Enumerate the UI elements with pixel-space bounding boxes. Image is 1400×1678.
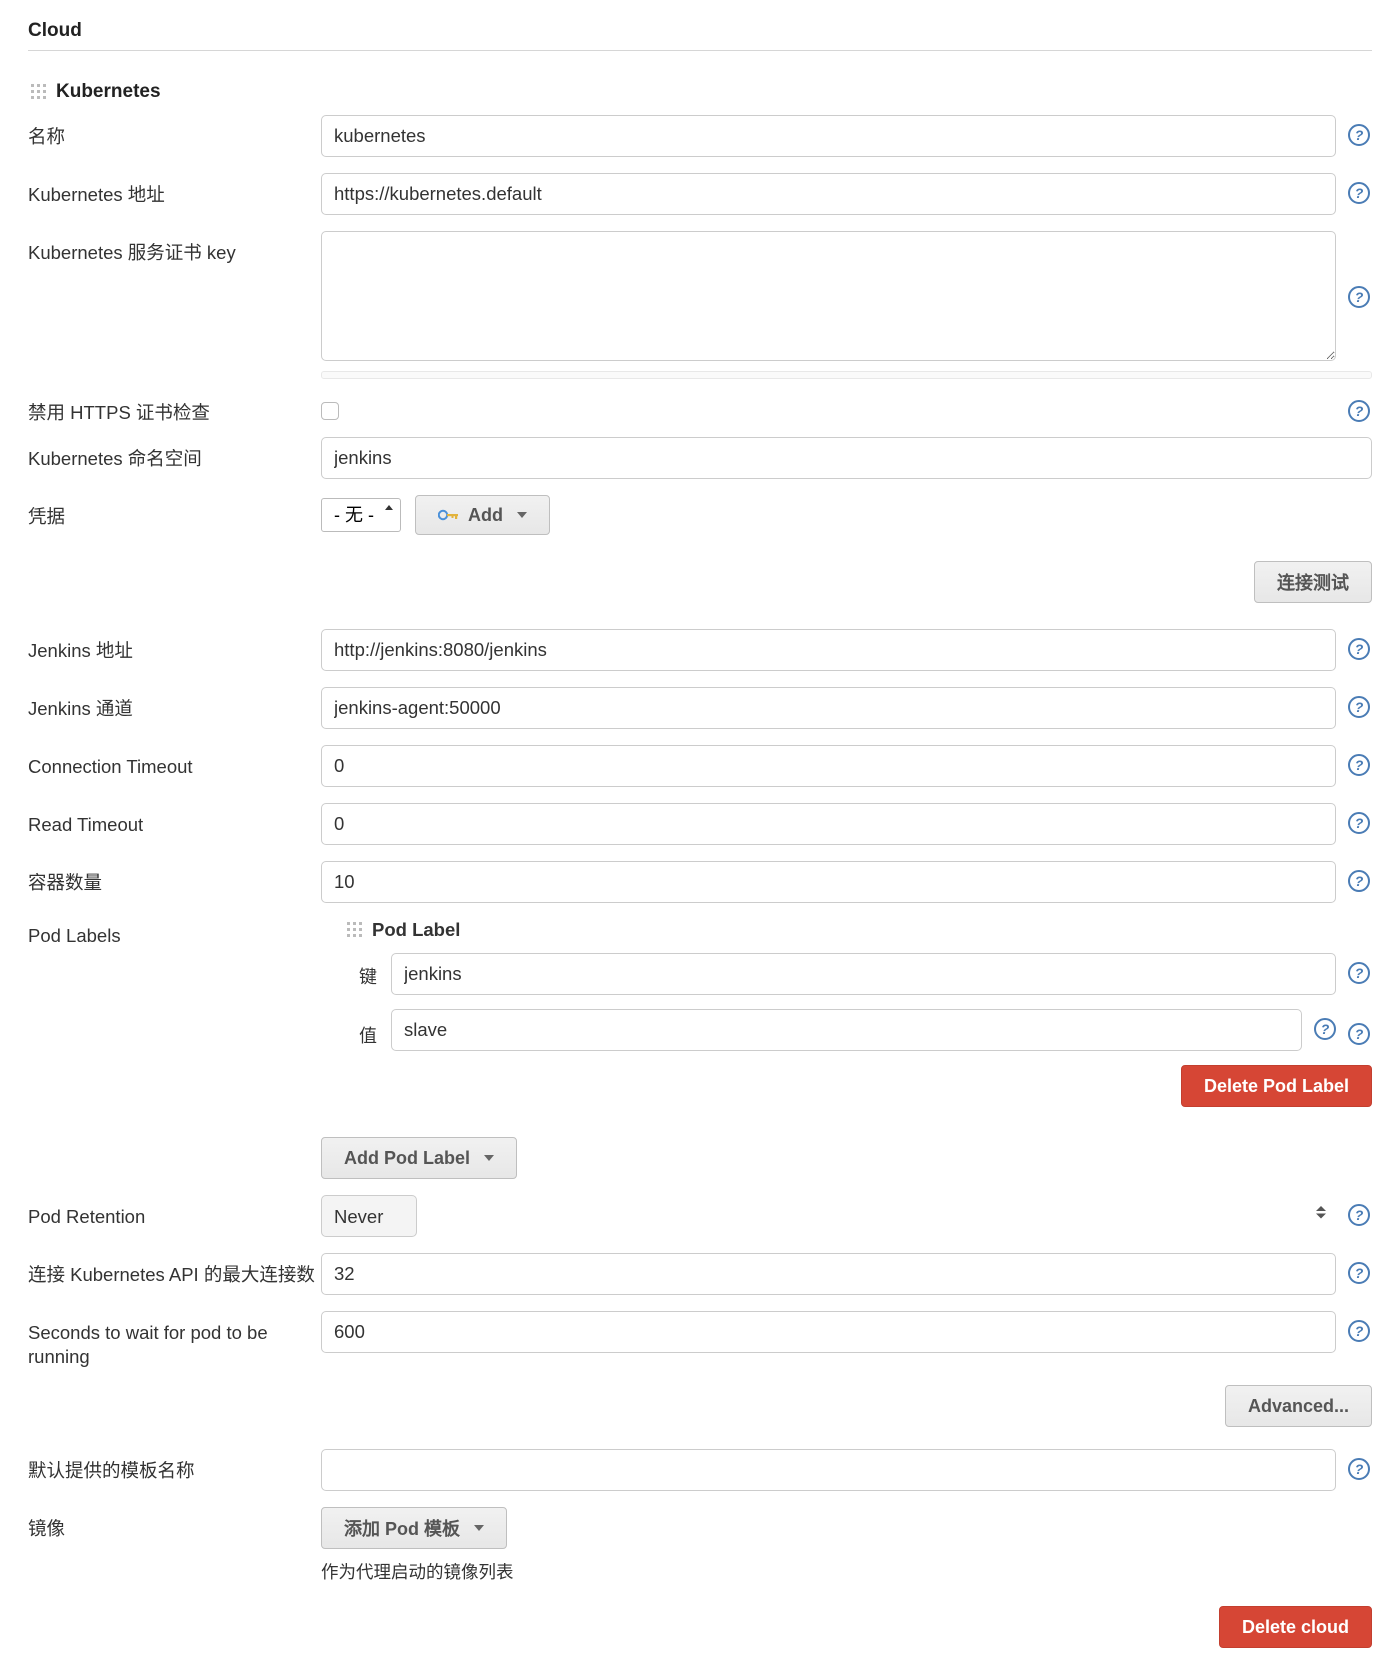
test-connection-button[interactable]: 连接测试 — [1254, 561, 1372, 603]
svg-text:?: ? — [1321, 1021, 1330, 1037]
server-cert-key-label: Kubernetes 服务证书 key — [28, 231, 321, 265]
images-description: 作为代理启动的镜像列表 — [321, 1559, 514, 1584]
svg-text:?: ? — [1355, 185, 1364, 201]
add-pod-label-button[interactable]: Add Pod Label — [321, 1137, 517, 1179]
pod-labels-label: Pod Labels — [28, 919, 321, 948]
delete-pod-label-button[interactable]: Delete Pod Label — [1181, 1065, 1372, 1107]
k8s-url-input[interactable] — [321, 173, 1336, 215]
help-icon[interactable]: ? — [1314, 1018, 1338, 1042]
advanced-label: Advanced... — [1248, 1396, 1349, 1417]
jenkins-url-input[interactable] — [321, 629, 1336, 671]
max-connections-input[interactable] — [321, 1253, 1336, 1295]
help-icon[interactable]: ? — [1348, 754, 1372, 778]
help-icon[interactable]: ? — [1348, 1320, 1372, 1344]
seconds-wait-input[interactable] — [321, 1311, 1336, 1353]
add-credentials-button[interactable]: Add — [415, 495, 550, 535]
grip-icon — [346, 921, 364, 939]
k8s-url-label: Kubernetes 地址 — [28, 173, 321, 207]
delete-pod-label-text: Delete Pod Label — [1204, 1076, 1349, 1097]
svg-text:?: ? — [1355, 757, 1364, 773]
kubernetes-subheader: Kubernetes — [30, 81, 1372, 103]
pod-retention-select[interactable]: Never — [321, 1195, 417, 1237]
help-icon[interactable]: ? — [1348, 1458, 1372, 1482]
conn-timeout-label: Connection Timeout — [28, 745, 321, 779]
pod-label-header: Pod Label — [372, 919, 460, 941]
name-label: 名称 — [28, 115, 321, 149]
svg-text:?: ? — [1355, 1026, 1364, 1042]
svg-text:?: ? — [1355, 873, 1364, 889]
svg-text:?: ? — [1355, 1323, 1364, 1339]
help-icon[interactable]: ? — [1348, 1023, 1372, 1047]
default-template-input[interactable] — [321, 1449, 1336, 1491]
jenkins-url-label: Jenkins 地址 — [28, 629, 321, 663]
svg-text:?: ? — [1355, 1461, 1364, 1477]
images-label: 镜像 — [28, 1507, 321, 1541]
help-icon[interactable]: ? — [1348, 1262, 1372, 1286]
grip-icon — [30, 83, 48, 101]
disable-https-check-label: 禁用 HTTPS 证书检查 — [28, 391, 321, 425]
svg-text:?: ? — [1355, 289, 1364, 305]
help-icon[interactable]: ? — [1348, 124, 1372, 148]
add-label: Add — [468, 505, 503, 526]
seconds-wait-label: Seconds to wait for pod to be running — [28, 1311, 321, 1369]
svg-text:?: ? — [1355, 1265, 1364, 1281]
namespace-input[interactable] — [321, 437, 1372, 479]
conn-timeout-input[interactable] — [321, 745, 1336, 787]
help-icon[interactable]: ? — [1348, 696, 1372, 720]
container-cap-label: 容器数量 — [28, 861, 321, 895]
help-icon[interactable]: ? — [1348, 870, 1372, 894]
pod-label-key-input[interactable] — [391, 953, 1336, 995]
help-icon[interactable]: ? — [1348, 962, 1372, 986]
jenkins-tunnel-label: Jenkins 通道 — [28, 687, 321, 721]
advanced-button[interactable]: Advanced... — [1225, 1385, 1372, 1427]
section-title: Cloud — [28, 20, 1372, 51]
caret-down-icon — [474, 1525, 484, 1531]
svg-text:?: ? — [1355, 815, 1364, 831]
svg-text:?: ? — [1355, 699, 1364, 715]
caret-down-icon — [484, 1155, 494, 1161]
delete-cloud-label: Delete cloud — [1242, 1617, 1349, 1638]
namespace-label: Kubernetes 命名空间 — [28, 437, 321, 471]
subheader-label: Kubernetes — [56, 81, 161, 103]
pod-label-value-input[interactable] — [391, 1009, 1302, 1051]
read-timeout-label: Read Timeout — [28, 803, 321, 837]
help-icon[interactable]: ? — [1348, 182, 1372, 206]
help-icon[interactable]: ? — [1348, 1204, 1372, 1228]
svg-text:?: ? — [1355, 403, 1364, 419]
server-cert-key-textarea[interactable] — [321, 231, 1336, 361]
credentials-label: 凭据 — [28, 495, 321, 529]
help-icon[interactable]: ? — [1348, 400, 1372, 424]
container-cap-input[interactable] — [321, 861, 1336, 903]
pod-label-value-label: 值 — [346, 1012, 391, 1048]
caret-down-icon — [517, 512, 527, 518]
resize-handle[interactable] — [321, 371, 1372, 379]
pod-label-key-label: 键 — [346, 953, 391, 989]
add-pod-template-button[interactable]: 添加 Pod 模板 — [321, 1507, 507, 1549]
default-template-label: 默认提供的模板名称 — [28, 1449, 321, 1483]
svg-text:?: ? — [1355, 1207, 1364, 1223]
name-input[interactable] — [321, 115, 1336, 157]
delete-cloud-button[interactable]: Delete cloud — [1219, 1606, 1372, 1648]
credentials-select[interactable]: - 无 - — [321, 498, 401, 532]
svg-text:?: ? — [1355, 127, 1364, 143]
test-connection-label: 连接测试 — [1277, 569, 1349, 595]
help-icon[interactable]: ? — [1348, 812, 1372, 836]
add-pod-template-text: 添加 Pod 模板 — [344, 1515, 460, 1541]
help-icon[interactable]: ? — [1348, 286, 1372, 310]
help-icon[interactable]: ? — [1348, 638, 1372, 662]
max-connections-label: 连接 Kubernetes API 的最大连接数 — [28, 1253, 321, 1287]
jenkins-tunnel-input[interactable] — [321, 687, 1336, 729]
add-pod-label-text: Add Pod Label — [344, 1148, 470, 1169]
read-timeout-input[interactable] — [321, 803, 1336, 845]
key-icon — [438, 508, 460, 522]
svg-text:?: ? — [1355, 641, 1364, 657]
disable-https-checkbox[interactable] — [321, 402, 339, 420]
pod-retention-label: Pod Retention — [28, 1195, 321, 1229]
svg-text:?: ? — [1355, 965, 1364, 981]
